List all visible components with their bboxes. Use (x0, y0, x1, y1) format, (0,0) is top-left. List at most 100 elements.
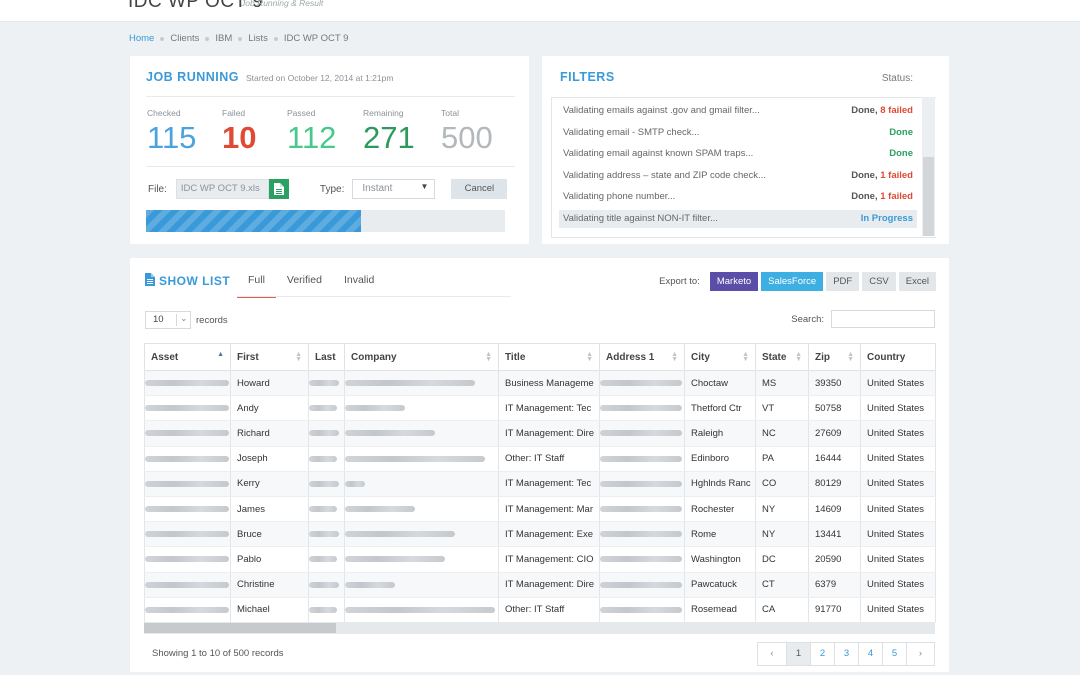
table-row[interactable]: Michael Other: IT Staff Rosemead CA 91770 Uni… (144, 597, 936, 623)
table-row[interactable]: Pablo IT Management: CIO Washington DC 20590… (144, 546, 936, 573)
pagination-prev-button[interactable]: ‹ (758, 643, 786, 665)
redacted-value (145, 506, 229, 513)
pagination-next-button[interactable]: › (906, 643, 934, 665)
table-row[interactable]: Andy IT Management: Tec Thetford Ctr VT 5075… (144, 395, 936, 422)
sort-ascending-icon: ▲ (217, 351, 224, 358)
cell-city: Edinboro (684, 446, 756, 472)
cell-zip: 6379 (808, 572, 861, 598)
cell-last (308, 370, 345, 397)
cell-asset (144, 597, 231, 623)
tab-verified[interactable]: Verified (276, 274, 333, 298)
filters-scrollbar-thumb[interactable] (923, 157, 934, 236)
filters-scrollbar[interactable] (922, 97, 935, 236)
cell-asset (144, 420, 231, 447)
table-row[interactable]: Christine IT Management: Dire Pawcatuck CT 6… (144, 572, 936, 598)
list-tabs: Full Verified Invalid (237, 274, 385, 298)
cell-last (308, 597, 345, 623)
table-row[interactable]: Bruce IT Management: Exe Rome NY 13441 United… (144, 521, 936, 548)
cell-title: Other: IT Staff (498, 446, 600, 472)
filter-item-text: Validating title against NON-IT filter..… (563, 213, 718, 224)
cell-city: Hghlnds Ranc (684, 471, 756, 497)
search: Search: (791, 310, 935, 328)
redacted-value (309, 455, 337, 462)
pagination-page[interactable]: 4 (858, 643, 882, 665)
column-header-last[interactable]: Last (308, 343, 345, 371)
page-length-label: records (196, 314, 228, 326)
redacted-value (145, 556, 229, 563)
cell-country: United States (860, 546, 936, 573)
file-label: File: (148, 183, 167, 195)
export-pdf-button[interactable]: PDF (826, 272, 860, 291)
column-header-asset[interactable]: Asset ▲ (144, 343, 231, 371)
redacted-value (309, 556, 337, 563)
breadcrumb-ibm[interactable]: IBM (215, 33, 232, 44)
column-header-state[interactable]: State ▲ ▼ (755, 343, 809, 371)
page-length: 10 ⌄ records (145, 311, 228, 329)
divider (176, 314, 177, 326)
column-header-address[interactable]: Address 1 ▲ ▼ (599, 343, 685, 371)
cell-state: DC (755, 546, 809, 573)
export-marketo-button[interactable]: Marketo (709, 272, 759, 291)
column-header-title[interactable]: Title ▲ ▼ (498, 343, 600, 371)
table-row[interactable]: Joseph Other: IT Staff Edinboro PA 16444 Unit… (144, 446, 936, 472)
table-row[interactable]: Howard Business Manageme Choctaw MS 39350 Uni… (144, 370, 936, 397)
cell-zip: 27609 (808, 420, 861, 447)
divider (146, 96, 515, 97)
pagination-page[interactable]: 2 (810, 643, 834, 665)
cell-company (344, 446, 499, 472)
cell-company (344, 370, 499, 397)
column-header-country[interactable]: Country (860, 343, 936, 371)
type-select[interactable]: Instant ▼ (352, 179, 436, 199)
sort-icon: ▲ ▼ (742, 351, 749, 363)
records-table: Asset ▲ First ▲ ▼ Last Company ▲ ▼ Title ▲ ▼ Ad… (144, 343, 936, 623)
redacted-value (345, 455, 485, 462)
cell-asset (144, 521, 231, 548)
filter-item-text: Validating address – state and ZIP code … (563, 170, 766, 181)
search-input[interactable] (831, 310, 935, 328)
cancel-button[interactable]: Cancel (451, 179, 508, 199)
column-header-company[interactable]: Company ▲ ▼ (344, 343, 499, 371)
stat-value: 112 (287, 120, 337, 155)
tab-invalid[interactable]: Invalid (333, 274, 385, 298)
cell-country: United States (860, 446, 936, 472)
column-header-first[interactable]: First ▲ ▼ (230, 343, 309, 371)
export-excel-button[interactable]: Excel (898, 272, 936, 291)
job-title: JOB RUNNING (146, 70, 240, 84)
cell-country: United States (860, 597, 936, 623)
table-row[interactable]: James IT Management: Mar Rochester NY 14609 U… (144, 496, 936, 523)
table-row[interactable]: Kerry IT Management: Tec Hghlnds Ranc CO 801… (144, 471, 936, 497)
export-salesforce-button[interactable]: SalesForce (761, 272, 824, 291)
cell-first: Joseph (230, 446, 309, 472)
breadcrumb-home[interactable]: Home (129, 33, 154, 44)
show-list-title: SHOW LIST (159, 274, 231, 288)
filter-status-done: Done, (851, 105, 881, 116)
pagination-page[interactable]: 3 (834, 643, 858, 665)
job-progress-bar (146, 210, 505, 232)
table-scrollbar-thumb[interactable] (144, 623, 336, 633)
breadcrumb-lists[interactable]: Lists (248, 33, 268, 44)
list-document-icon (145, 273, 155, 289)
cell-first: Pablo (230, 546, 309, 573)
tab-full[interactable]: Full (237, 274, 276, 298)
column-header-city[interactable]: City ▲ ▼ (684, 343, 756, 371)
export-csv-button[interactable]: CSV (862, 272, 896, 291)
cell-state: PA (755, 446, 809, 472)
filters-list[interactable]: Validating emails against .gov and gmail… (551, 97, 936, 238)
filter-status-failed: 8 failed (880, 105, 913, 116)
redacted-value (600, 606, 682, 613)
redacted-value (309, 506, 337, 513)
column-header-zip[interactable]: Zip ▲ ▼ (808, 343, 861, 371)
cell-title: Business Manageme (498, 370, 600, 397)
pagination-page[interactable]: 5 (882, 643, 906, 665)
search-label: Search: (791, 313, 824, 325)
cell-asset (144, 572, 231, 598)
pagination-page[interactable]: 1 (786, 643, 810, 665)
page-length-select[interactable]: 10 ⌄ (145, 311, 191, 329)
table-horizontal-scrollbar[interactable] (144, 622, 935, 634)
cell-zip: 91770 (808, 597, 861, 623)
table-row[interactable]: Richard IT Management: Dire Raleigh NC 27609… (144, 420, 936, 447)
cell-asset (144, 546, 231, 573)
breadcrumb-clients[interactable]: Clients (170, 33, 199, 44)
spreadsheet-file-icon[interactable] (268, 179, 289, 199)
cell-first: Andy (230, 395, 309, 422)
